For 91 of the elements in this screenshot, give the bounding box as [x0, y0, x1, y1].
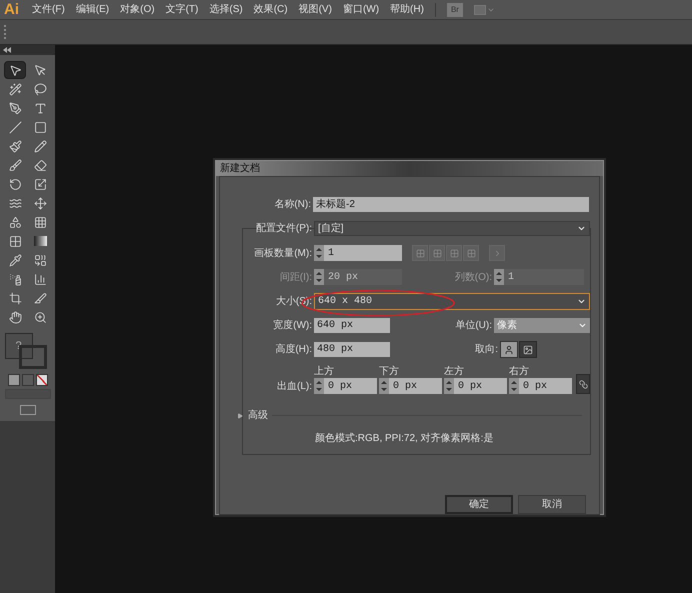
field-label: 高度(H):: [275, 342, 312, 357]
field-label: 单位(U):: [455, 318, 492, 333]
bleed-field[interactable]: 0 px: [314, 378, 377, 394]
field-label: 出血(L):: [277, 380, 312, 394]
menu-item[interactable]: 编辑(E): [76, 2, 110, 17]
menu-item[interactable]: 帮助(H): [390, 2, 424, 17]
bleed-side-label: 左方: [444, 366, 465, 378]
image-icon: [523, 344, 533, 354]
screen-mode-icon[interactable]: [20, 405, 36, 415]
type-icon: [34, 102, 46, 114]
caret-icon: [577, 297, 586, 306]
menu-item[interactable]: 视图(V): [298, 2, 332, 17]
expand-triangle-icon: [237, 412, 243, 418]
name-field[interactable]: 未标题-2: [313, 197, 589, 212]
field-label: 列数(O):: [454, 270, 492, 284]
slice-icon: [34, 292, 46, 304]
paintbrush-icon: [8, 140, 22, 152]
perspective-grid-icon: [34, 216, 46, 228]
profile-dropdown[interactable]: [自定]: [314, 221, 590, 236]
person-icon: [504, 344, 514, 354]
free-transform-icon: [34, 196, 46, 210]
width-field[interactable]: 640 px: [314, 318, 390, 333]
cancel-button[interactable]: 取消: [518, 495, 586, 514]
field-label: 画板数量(M):: [254, 246, 312, 260]
shape-builder-icon: [8, 216, 22, 228]
height-field[interactable]: 480 px: [314, 342, 390, 357]
portrait-orientation-button[interactable]: [500, 341, 518, 358]
selection-arrow-tool[interactable]: [4, 61, 26, 79]
spinner-arrows-icon[interactable]: [314, 245, 324, 261]
bleed-field[interactable]: 0 px: [379, 378, 442, 394]
bleed-side-label: 上方: [314, 366, 335, 378]
pen-icon: [8, 102, 22, 114]
bleed-side-label: 下方: [379, 366, 400, 378]
field-label: 名称(N):: [274, 198, 311, 212]
grid-icon: [416, 248, 424, 258]
menu-item[interactable]: 文字(T): [166, 2, 198, 17]
artboard-icon: [8, 292, 22, 304]
dialog-title: 新建文档: [220, 162, 260, 176]
landscape-orientation-button[interactable]: [519, 341, 537, 358]
advanced-toggle[interactable]: 高级: [237, 408, 268, 423]
grid-icon: [450, 248, 458, 258]
lasso-icon: [34, 82, 46, 96]
size-dropdown[interactable]: 640 x 480: [314, 293, 590, 310]
caret-icon: [577, 224, 586, 233]
grid-icon: [466, 248, 476, 258]
selection-arrow-icon: [8, 64, 22, 76]
menu-item[interactable]: 对象(O): [120, 2, 155, 17]
hand-icon: [8, 310, 22, 324]
field-label: 取向:: [475, 343, 498, 357]
none-mode-icon[interactable]: [36, 374, 48, 386]
menu-item[interactable]: 文件(F): [32, 2, 65, 17]
field-label: 配置文件(P):: [256, 222, 312, 236]
mesh-icon: [8, 234, 22, 248]
menu-item[interactable]: 窗口(W): [342, 2, 380, 17]
bleed-side-label: 右方: [509, 366, 530, 378]
rectangle-icon: [34, 120, 46, 134]
document-info-text: 颜色模式:RGB, PPI:72, 对齐像素网格:是: [315, 432, 494, 446]
color-mode-icon[interactable]: [8, 374, 20, 386]
artboard-count-field[interactable]: 1: [314, 245, 402, 261]
spinner-arrows-icon[interactable]: [444, 378, 454, 394]
spinner-arrows-icon[interactable]: [509, 378, 519, 394]
blend-icon: [34, 254, 46, 266]
bar-chart-icon: [34, 272, 46, 286]
direct-selection-icon: [34, 64, 46, 76]
grid-icon: [432, 248, 442, 258]
field-label: 间距(I):: [280, 270, 312, 284]
zoom-icon: [34, 310, 46, 324]
workspace-icon: [474, 4, 486, 14]
collapse-icon[interactable]: [3, 47, 11, 53]
link-toggle[interactable]: [576, 374, 590, 394]
field-label: 宽度(W):: [273, 318, 312, 333]
spinner-arrows-icon[interactable]: [379, 378, 389, 394]
eyedropper-icon: [8, 254, 22, 266]
warp-icon: [8, 196, 22, 210]
menu-item[interactable]: 选择(S): [209, 2, 243, 17]
app-logo: Ai: [4, 2, 20, 17]
menu-item[interactable]: 效果(C): [254, 2, 288, 17]
bleed-field[interactable]: 0 px: [444, 378, 507, 394]
magic-wand-icon: [8, 82, 22, 96]
spinner-arrows-icon[interactable]: [314, 378, 324, 394]
workspace-switcher[interactable]: [474, 4, 495, 14]
brush-icon: [8, 158, 22, 172]
bleed-field[interactable]: 0 px: [509, 378, 572, 394]
caret-icon: [578, 321, 587, 330]
pencil-icon: [34, 140, 46, 152]
line-icon: [8, 120, 22, 134]
link-icon: [578, 380, 588, 388]
scale-icon: [34, 178, 46, 190]
eraser-icon: [34, 158, 46, 172]
ok-button[interactable]: 确定: [445, 495, 513, 514]
rotate-icon: [8, 178, 22, 190]
